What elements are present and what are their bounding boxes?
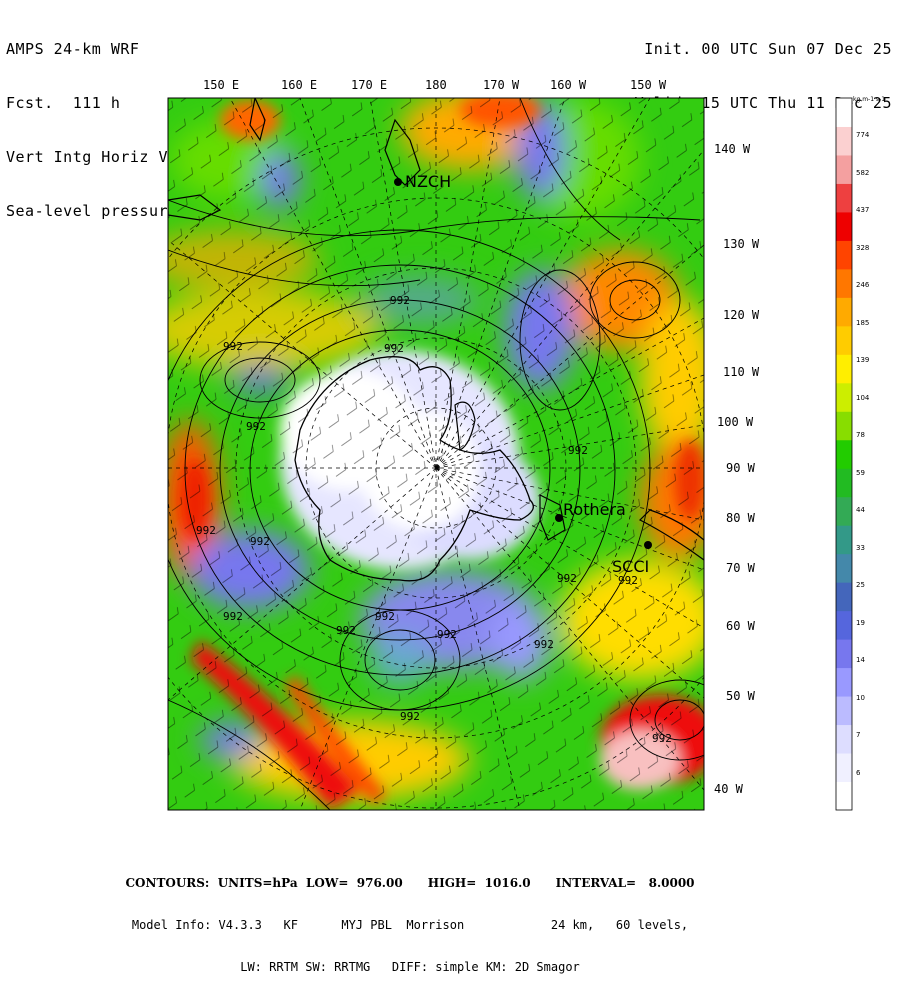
footer: CONTOURS: UNITS=hPa LOW= 976.00 HIGH= 10… (0, 848, 820, 988)
contour-label: 992 (336, 624, 356, 637)
colorbar-label: 185 (856, 318, 870, 327)
contour-label: 992 (437, 628, 457, 641)
colorbar-swatch (836, 154, 852, 184)
lat-label: 70 W (726, 561, 755, 575)
colorbar-swatch (836, 639, 852, 669)
colorbar-swatch (836, 525, 852, 555)
colorbar-swatch (836, 582, 852, 612)
lat-label: 80 W (726, 511, 755, 525)
contour-label: 992 (400, 710, 420, 723)
colorbar-swatch (836, 781, 852, 811)
contour-label: 992 (390, 294, 410, 307)
contour-label: 992 (375, 610, 395, 623)
lon-label: 170 E (351, 78, 388, 92)
colorbar-swatch (836, 439, 852, 469)
colorbar-swatch (836, 610, 852, 640)
colorbar-swatch (836, 268, 852, 298)
colorbar-label: 78 (856, 431, 865, 440)
contour-label: 992 (223, 340, 243, 353)
colorbar-swatch (836, 667, 852, 697)
footer-model-info: Model Info: V4.3.3 KF MYJ PBL Morrison 2… (131, 918, 689, 932)
lat-label: 120 W (723, 308, 760, 322)
station-marker-nzch (394, 178, 402, 186)
lat-label: 90 W (726, 461, 755, 475)
colorbar-swatch (836, 183, 852, 213)
footer-contours: CONTOURS: UNITS=hPa LOW= 976.00 HIGH= 10… (125, 876, 695, 890)
contour-label: 992 (250, 535, 270, 548)
contour-label: 992 (534, 638, 554, 651)
lon-label: 170 W (483, 78, 520, 92)
colorbar-label: 582 (856, 168, 870, 177)
colorbar (835, 97, 853, 811)
colorbar-swatch (836, 724, 852, 754)
colorbar-label: 139 (856, 356, 870, 365)
colorbar-label: 33 (856, 543, 865, 552)
colorbar-label: 104 (856, 393, 870, 402)
colorbar-swatch (836, 411, 852, 441)
contour-label: 992 (246, 420, 266, 433)
colorbar-label: 19 (856, 618, 865, 627)
colorbar-swatch (836, 240, 852, 270)
colorbar-label: 14 (856, 656, 865, 665)
colorbar-label: 437 (856, 206, 870, 215)
lat-label: 130 W (723, 237, 760, 251)
lon-label: 160 W (550, 78, 587, 92)
station-label-scci: SCCI (612, 557, 650, 576)
colorbar-label: 246 (856, 281, 870, 290)
station-label-rothera: Rothera (563, 500, 626, 519)
colorbar-swatch (836, 382, 852, 412)
colorbar-swatch (836, 696, 852, 726)
lat-label: 60 W (726, 619, 755, 633)
colorbar-swatch (836, 211, 852, 241)
lat-label: 140 W (714, 142, 751, 156)
colorbar-swatch (836, 553, 852, 583)
colorbar-label: 328 (856, 243, 870, 252)
colorbar-label: 10 (856, 693, 865, 702)
colorbar-swatch (836, 753, 852, 783)
colorbar-label: 44 (856, 506, 865, 515)
contour-label: 992 (557, 572, 577, 585)
contour-label: 992 (223, 610, 243, 623)
lat-label: 40 W (714, 782, 743, 796)
colorbar-swatch (836, 98, 852, 127)
contour-label: 992 (384, 342, 404, 355)
colorbar-swatch (836, 126, 852, 156)
contour-label: 992 (568, 444, 588, 457)
station-marker-rothera (555, 514, 563, 522)
colorbar-label: 6 (856, 768, 861, 777)
ivt-field (168, 98, 704, 810)
footer-physics: LW: RRTM SW: RRTMG DIFF: simple KM: 2D S… (240, 960, 580, 974)
colorbar-label: 774 (856, 131, 870, 140)
colorbar-units: kg m-1 s-1 (853, 96, 886, 103)
colorbar-label: 59 (856, 468, 865, 477)
contour-label: 992 (652, 732, 672, 745)
map-svg: 992 992 992 992 992 992 992 992 992 992 … (167, 97, 853, 811)
colorbar-swatch (836, 354, 852, 384)
lon-label: 150 W (630, 78, 667, 92)
lon-label: 160 E (281, 78, 318, 92)
lat-label: 110 W (723, 365, 760, 379)
lon-label: 180 (425, 78, 447, 92)
station-label-nzch: NZCH (405, 172, 452, 191)
contour-label: 992 (196, 524, 216, 537)
lon-label: 150 E (203, 78, 240, 92)
colorbar-label: 7 (856, 731, 861, 740)
colorbar-label: 25 (856, 581, 865, 590)
station-marker-scci (644, 541, 652, 549)
colorbar-swatch (836, 325, 852, 355)
colorbar-swatch (836, 468, 852, 498)
colorbar-swatch (836, 297, 852, 327)
map-area: 992 992 992 992 992 992 992 992 992 992 … (0, 0, 900, 900)
lat-label: 100 W (717, 415, 754, 429)
colorbar-swatch (836, 496, 852, 526)
lat-label: 50 W (726, 689, 755, 703)
